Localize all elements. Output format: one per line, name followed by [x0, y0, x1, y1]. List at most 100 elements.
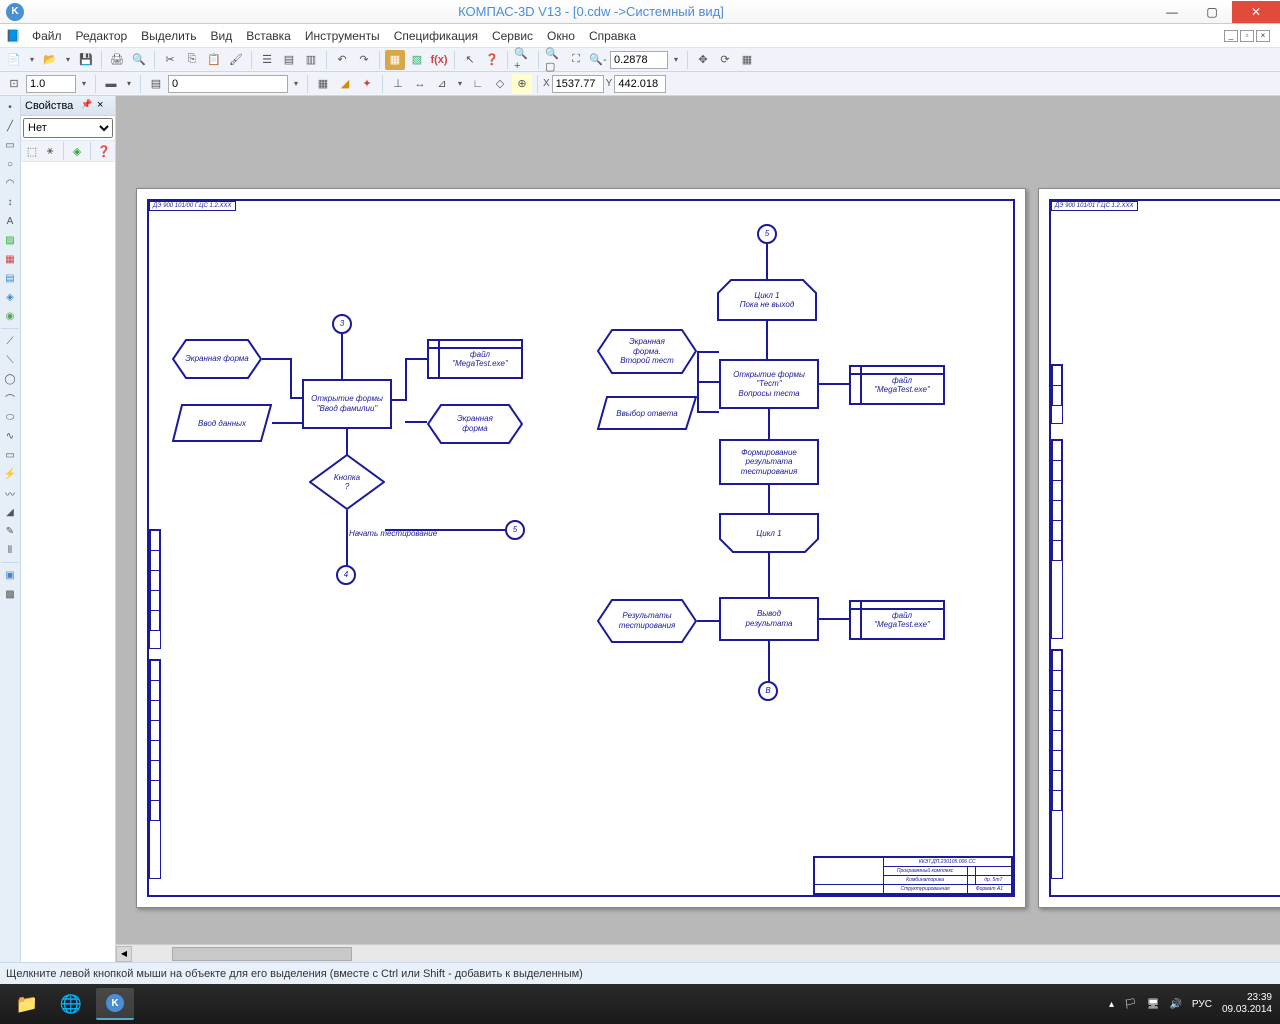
open-dropdown[interactable]: ▾	[62, 55, 74, 64]
tree-button[interactable]: ▥	[301, 50, 321, 70]
tool-layers[interactable]: ◉	[0, 307, 20, 325]
panel-close-button[interactable]: ×	[97, 99, 111, 113]
zoom-fit-button[interactable]: ⛶	[566, 50, 586, 70]
paste-button[interactable]: 📋	[204, 50, 224, 70]
tool-equidist[interactable]: ⦀	[0, 541, 20, 559]
tray-flag-icon[interactable]: 🏳	[1124, 999, 1137, 1010]
print-button[interactable]: 🖨	[107, 50, 127, 70]
zoom-out-button[interactable]: 🔍-	[588, 50, 608, 70]
menu-help[interactable]: Справка	[583, 27, 642, 45]
taskbar-explorer-icon[interactable]: 📁	[8, 988, 46, 1020]
pan-button[interactable]: ✥	[693, 50, 713, 70]
center-button[interactable]: ⊕	[512, 74, 532, 94]
ortho-button[interactable]: ◢	[335, 74, 355, 94]
props-help-button[interactable]: ❓	[96, 143, 112, 159]
save-button[interactable]: 💾	[76, 50, 96, 70]
tool-circle2[interactable]: ◯	[0, 370, 20, 388]
app-menu-icon[interactable]: 📘	[4, 27, 22, 45]
undo-button[interactable]: ↶	[332, 50, 352, 70]
snap2-button[interactable]: ✦	[357, 74, 377, 94]
mdi-close-button[interactable]: ×	[1256, 30, 1270, 42]
menu-window[interactable]: Окно	[541, 27, 581, 45]
tray-clock[interactable]: 23:39 09.03.2014	[1222, 992, 1272, 1016]
x-coord-input[interactable]	[552, 75, 604, 93]
tool-ellipse[interactable]: ⬭	[0, 408, 20, 426]
close-button[interactable]: ✕	[1232, 1, 1280, 23]
dim2-button[interactable]: ↔	[410, 74, 430, 94]
linecolor-dropdown[interactable]: ▾	[123, 79, 135, 88]
menu-file[interactable]: Файл	[26, 27, 68, 45]
tool-spec[interactable]: ▤	[0, 269, 20, 287]
tool-fill[interactable]: ◢	[0, 503, 20, 521]
cut-button[interactable]: ✂	[160, 50, 180, 70]
tool-point[interactable]: •	[0, 98, 20, 116]
menu-service[interactable]: Сервис	[486, 27, 539, 45]
tray-monitor-icon[interactable]: 🖥	[1147, 999, 1160, 1010]
style-dropdown[interactable]: ▾	[290, 79, 302, 88]
tool-hatch[interactable]: ▨	[0, 231, 20, 249]
copy-button[interactable]: ⎘	[182, 50, 202, 70]
views-button[interactable]: ▦	[737, 50, 757, 70]
new-button[interactable]: 📄	[4, 50, 24, 70]
tool-line[interactable]: ╱	[0, 117, 20, 135]
scale-dropdown[interactable]: ▾	[78, 79, 90, 88]
props-highlight-button[interactable]: ◈	[69, 143, 85, 159]
format-painter-button[interactable]: 🖌	[226, 50, 246, 70]
menu-tools[interactable]: Инструменты	[299, 27, 386, 45]
zoom-window-button[interactable]: 🔍▢	[544, 50, 564, 70]
rotate-button[interactable]: ⟳	[715, 50, 735, 70]
menu-edit[interactable]: Редактор	[70, 27, 134, 45]
menu-select[interactable]: Выделить	[135, 27, 202, 45]
tray-lang[interactable]: РУС	[1192, 999, 1212, 1010]
menu-spec[interactable]: Спецификация	[388, 27, 484, 45]
snap-button[interactable]: ⊡	[4, 74, 24, 94]
properties-select[interactable]: Нет	[23, 118, 113, 138]
help-context-button[interactable]: ❓	[482, 50, 502, 70]
y-coord-input[interactable]	[614, 75, 666, 93]
tool-draw[interactable]: ✎	[0, 522, 20, 540]
tool-circle[interactable]: ○	[0, 155, 20, 173]
menu-view[interactable]: Вид	[205, 27, 239, 45]
mid-button[interactable]: ◇	[490, 74, 510, 94]
new-dropdown[interactable]: ▾	[26, 55, 38, 64]
open-button[interactable]: 📂	[40, 50, 60, 70]
redo-button[interactable]: ↷	[354, 50, 374, 70]
style-input[interactable]	[168, 75, 288, 93]
dim3-dropdown[interactable]: ▾	[454, 79, 466, 88]
props-button[interactable]: ☰	[257, 50, 277, 70]
tray-volume-icon[interactable]: 🔊	[1169, 999, 1181, 1010]
zoom-in-button[interactable]: 🔍+	[513, 50, 533, 70]
tool-spline2[interactable]: 〰	[0, 484, 20, 502]
select-arrow-button[interactable]: ↖	[460, 50, 480, 70]
tool-dim[interactable]: ↕	[0, 193, 20, 211]
tool-text[interactable]: A	[0, 212, 20, 230]
canvas-area[interactable]: ДЭ 900 101/00 Г.ЦС 1.2.XXX 3 Экранная фо…	[116, 96, 1280, 962]
grid-button[interactable]: ▦	[313, 74, 333, 94]
props-sort-button[interactable]: ⬚	[24, 143, 40, 159]
tool-arc2[interactable]: ⌒	[0, 389, 20, 407]
layers-button[interactable]: ▤	[279, 50, 299, 70]
dim3-button[interactable]: ⊿	[432, 74, 452, 94]
tool-spline[interactable]: ∿	[0, 427, 20, 445]
zoom-input[interactable]	[610, 51, 668, 69]
scroll-left-button[interactable]: ◀	[116, 946, 132, 962]
taskbar-kompas-icon[interactable]: K	[96, 988, 134, 1020]
fx-button[interactable]: f(x)	[429, 50, 449, 70]
minimize-button[interactable]: —	[1152, 1, 1192, 23]
spec-button[interactable]: ▦	[385, 50, 405, 70]
vars-button[interactable]: ▧	[407, 50, 427, 70]
scale-input[interactable]	[26, 75, 76, 93]
layer-button[interactable]: ▤	[146, 74, 166, 94]
maximize-button[interactable]: ▢	[1192, 1, 1232, 23]
tool-seg[interactable]: ⟋	[0, 332, 20, 350]
tool-arc[interactable]: ◠	[0, 174, 20, 192]
tool-rect[interactable]: ▭	[0, 136, 20, 154]
taskbar-chrome-icon[interactable]: 🌐	[52, 988, 90, 1020]
zoom-dropdown[interactable]: ▾	[670, 55, 682, 64]
panel-pin-button[interactable]: 📌	[81, 99, 95, 113]
tool-table[interactable]: ▦	[0, 250, 20, 268]
horizontal-scrollbar[interactable]: ◀ ▶	[116, 944, 1280, 962]
dim-button[interactable]: ⊥	[388, 74, 408, 94]
tray-arrow-icon[interactable]: ▴	[1109, 999, 1114, 1010]
scroll-thumb-h[interactable]	[172, 947, 352, 961]
